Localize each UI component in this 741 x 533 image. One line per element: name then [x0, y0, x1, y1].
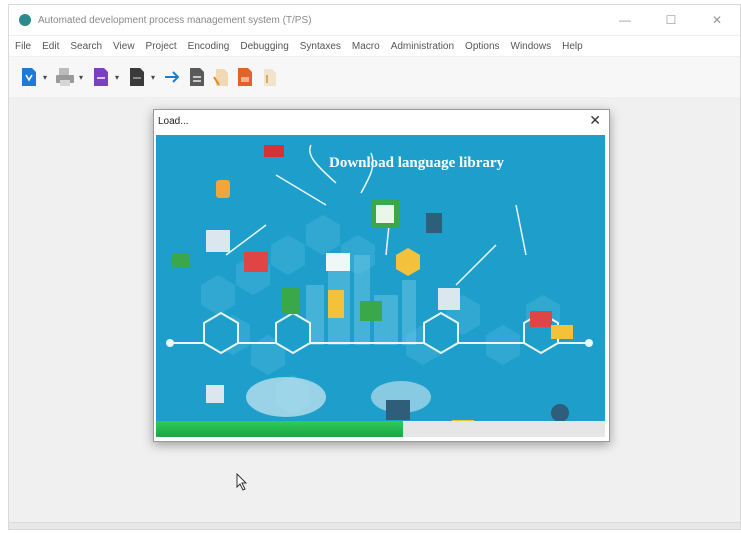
loading-progress-bar	[156, 421, 605, 437]
window-title: Automated development process management…	[38, 14, 312, 26]
menu-debugging[interactable]: Debugging	[240, 41, 288, 52]
dialog-close-button[interactable]: ✕	[589, 112, 601, 129]
dialog-title: Load...	[158, 116, 189, 127]
red-doc-icon[interactable]	[235, 66, 255, 88]
purple-doc-icon[interactable]	[91, 66, 111, 88]
new-dropdown-arrow[interactable]: ▾	[43, 73, 47, 82]
menu-encoding[interactable]: Encoding	[188, 41, 230, 52]
maximize-button[interactable]: ☐	[648, 5, 694, 35]
blue-doc-icon[interactable]	[19, 66, 39, 88]
dark-dropdown-arrow[interactable]: ▾	[151, 73, 155, 82]
menu-options[interactable]: Options	[465, 41, 499, 52]
banner-title: Download language library	[329, 155, 505, 171]
menu-administration[interactable]: Administration	[391, 41, 454, 52]
menu-syntaxes[interactable]: Syntaxes	[300, 41, 341, 52]
menu-windows[interactable]: Windows	[511, 41, 552, 52]
app-logo-icon	[19, 14, 31, 26]
menu-view[interactable]: View	[113, 41, 135, 52]
menu-project[interactable]: Project	[146, 41, 177, 52]
print-dropdown-arrow[interactable]: ▾	[79, 73, 83, 82]
menu-help[interactable]: Help	[562, 41, 583, 52]
menu-macro[interactable]: Macro	[352, 41, 380, 52]
purple-dropdown-arrow[interactable]: ▾	[115, 73, 119, 82]
menu-file[interactable]: File	[15, 41, 31, 52]
dark-doc-icon[interactable]	[127, 66, 147, 88]
orange-doc-icon[interactable]	[211, 66, 231, 88]
arrow-right-icon[interactable]	[163, 66, 183, 88]
print-icon[interactable]	[55, 66, 75, 88]
menu-edit[interactable]: Edit	[42, 41, 59, 52]
title-bar[interactable]: Automated development process management…	[9, 5, 740, 35]
progress-fill	[156, 421, 403, 437]
mouse-cursor-icon	[236, 473, 248, 491]
menu-bar: File Edit Search View Project Encoding D…	[9, 36, 740, 56]
doc-icon[interactable]	[187, 66, 207, 88]
loading-dialog: Load... ✕ Download language library	[153, 109, 610, 442]
status-bar	[9, 522, 740, 529]
close-button[interactable]: ✕	[694, 5, 740, 35]
toolbar: ▾ ▾ ▾ ▾	[9, 57, 740, 97]
pale-doc-icon[interactable]	[259, 66, 279, 88]
download-banner-image: Download language library	[156, 135, 605, 430]
menu-search[interactable]: Search	[70, 41, 102, 52]
minimize-button[interactable]: —	[602, 5, 648, 35]
